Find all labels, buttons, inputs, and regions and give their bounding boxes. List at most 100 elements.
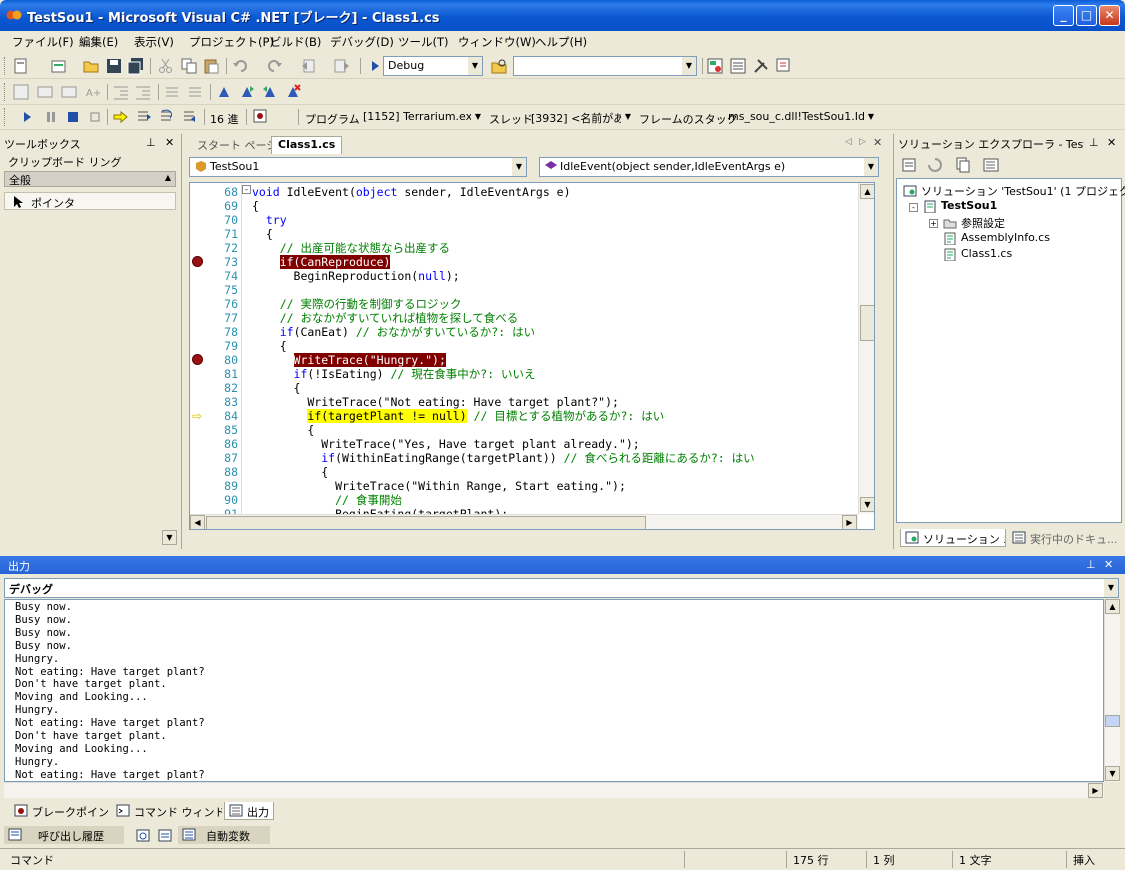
decrease-indent-icon[interactable] [112,83,130,101]
code-line[interactable]: 75 [190,283,874,297]
menu-debug[interactable]: デバッグ(D) [330,34,394,50]
redo-icon[interactable] [265,57,283,75]
tab-breakpoints[interactable]: ブレークポイント [10,802,110,820]
tab-call-stack[interactable]: 呼び出し履歴 [4,826,124,844]
navigate-forward-icon[interactable] [333,57,351,75]
minimize-button[interactable]: _ [1053,5,1074,26]
code-line[interactable]: 72 // 出産可能な状態なら出産する [190,241,874,255]
expand-icon[interactable]: + [929,219,938,228]
output-pane-combo[interactable]: デバッグ ▼ [4,578,1119,598]
scroll-thumb[interactable] [860,305,874,341]
toolbox-group-clipboard[interactable]: クリップボード リング [4,154,176,170]
code-line[interactable]: 82 { [190,381,874,395]
refresh-icon[interactable] [926,156,944,174]
code-line[interactable]: 78 if(CanEat) // おなかがすいているか?: はい [190,325,874,339]
tab-solution-explorer[interactable]: ソリューション エ... [900,529,1006,547]
code-line[interactable]: 77 // おなかがすいていれば植物を探して食べる [190,311,874,325]
code-line[interactable]: 76 // 実際の行動を制御するロジック [190,297,874,311]
program-combo[interactable]: [1152] Terrarium.exe ▼ [358,107,486,127]
paste-icon[interactable] [202,57,220,75]
tree-node[interactable]: ソリューション 'TestSou1' (1 プロジェクト) [903,183,1125,199]
object-members-icon[interactable] [12,83,30,101]
save-icon[interactable] [105,57,123,75]
code-line[interactable]: 87 if(WithinEatingRange(targetPlant)) //… [190,451,874,465]
cut-icon[interactable] [157,57,175,75]
menu-window[interactable]: ウィンドウ(W) [458,34,536,50]
menu-build[interactable]: ビルド(B) [270,34,321,50]
quick-info-icon[interactable] [60,83,78,101]
undo-icon[interactable] [232,57,250,75]
menu-help[interactable]: ヘルプ(H) [535,34,587,50]
tab-running-documents[interactable]: 実行中のドキュ... [1008,529,1120,547]
code-line[interactable]: 79 { [190,339,874,353]
view-code-icon[interactable] [982,156,1000,174]
watch-window-icon[interactable] [136,829,150,842]
code-line[interactable]: 80 WriteTrace("Hungry."); [190,353,874,367]
pin-icon[interactable]: ⊥ [146,136,156,149]
add-item-icon[interactable] [50,57,68,75]
collapse-region-icon[interactable]: - [242,185,251,194]
scroll-up-icon[interactable]: ▲ [1105,599,1120,614]
restart-icon[interactable] [86,108,104,126]
maximize-button[interactable]: □ [1076,5,1097,26]
find-in-files-icon[interactable] [490,57,508,75]
navigate-back-icon[interactable] [300,57,318,75]
tab-output[interactable]: 出力 [224,802,274,820]
solution-tree[interactable]: ソリューション 'TestSou1' (1 プロジェクト) TestSou1 - 参照… [896,178,1125,523]
toolbox-scroll-down[interactable]: ▼ [162,530,177,545]
editor-vertical-scrollbar[interactable]: ▲ ▼ [858,183,874,514]
output-text-area[interactable]: Busy now. Busy now. Busy now. Busy now. Hung… [4,599,1104,782]
step-into-icon[interactable] [135,108,153,126]
stack-frame-combo[interactable]: ms_sou_c.dll!TestSou1.IdleE ▼ [723,107,879,127]
scroll-down-icon[interactable]: ▼ [1105,766,1120,781]
locals-window-icon[interactable] [158,829,172,842]
copy-icon[interactable] [180,57,198,75]
tab-command-window[interactable]: コマンド ウィンドウ [112,802,222,820]
scroll-down-icon[interactable]: ▼ [860,497,874,512]
pin-icon[interactable]: ⊥ [1089,136,1099,149]
menu-view[interactable]: 表示(V) [134,34,174,50]
code-line[interactable]: 88 { [190,465,874,479]
previous-bookmark-icon[interactable] [261,83,279,101]
uncomment-icon[interactable] [186,83,204,101]
code-line[interactable]: 83 WriteTrace("Not eating: Have target p… [190,395,874,409]
class-combo[interactable]: TestSou1 ▼ [189,157,527,177]
close-icon[interactable]: ✕ [1107,136,1116,149]
code-line[interactable]: 85 { [190,423,874,437]
tab-start-page[interactable]: スタート ページ [191,136,283,154]
scroll-thumb[interactable] [1105,715,1120,727]
toolbar-grip[interactable] [4,108,7,126]
tree-node[interactable]: Class1.cs [943,247,1012,263]
save-all-icon[interactable] [127,57,145,75]
continue-icon[interactable] [18,108,36,126]
comment-out-icon[interactable] [163,83,181,101]
thread-combo[interactable]: [3932] <名前がありま ▼ [526,107,636,127]
solution-config-combo[interactable]: Debug ▼ [383,56,483,76]
editor-horizontal-scrollbar[interactable]: ◀ ▶ [190,514,858,529]
collapse-icon[interactable]: - [909,203,918,212]
step-out-icon[interactable] [181,108,199,126]
code-line[interactable]: 81 if(!IsEating) // 現在食事中か?: いいえ [190,367,874,381]
start-debug-icon[interactable] [366,57,384,75]
toolbox-icon[interactable] [752,57,770,75]
tree-node[interactable]: 参照設定 [943,215,1005,231]
tree-node[interactable]: TestSou1 [923,199,997,215]
menu-edit[interactable]: 編集(E) [79,34,118,50]
code-line[interactable]: 74 BeginReproduction(null); [190,269,874,283]
class-view-icon[interactable] [775,57,793,75]
show-all-files-icon[interactable] [954,156,972,174]
code-line[interactable]: 71 { [190,227,874,241]
toolbar-grip[interactable] [4,83,7,101]
output-vertical-scrollbar[interactable]: ▲ ▼ [1104,599,1120,782]
code-line[interactable]: 89 WriteTrace("Within Range, Start eatin… [190,479,874,493]
new-project-icon[interactable] [12,57,30,75]
tab-scroll-right-icon[interactable]: ▷ [859,137,866,147]
menu-tools[interactable]: ツール(T) [398,34,449,50]
hex-display-toggle[interactable]: 16 進 [210,111,239,127]
close-document-icon[interactable]: ✕ [873,136,882,149]
open-file-icon[interactable] [82,57,100,75]
scroll-up-icon[interactable]: ▲ [860,184,874,199]
show-next-statement-icon[interactable] [112,108,130,126]
close-icon[interactable]: ✕ [1104,558,1113,571]
menu-file[interactable]: ファイル(F) [12,34,74,50]
